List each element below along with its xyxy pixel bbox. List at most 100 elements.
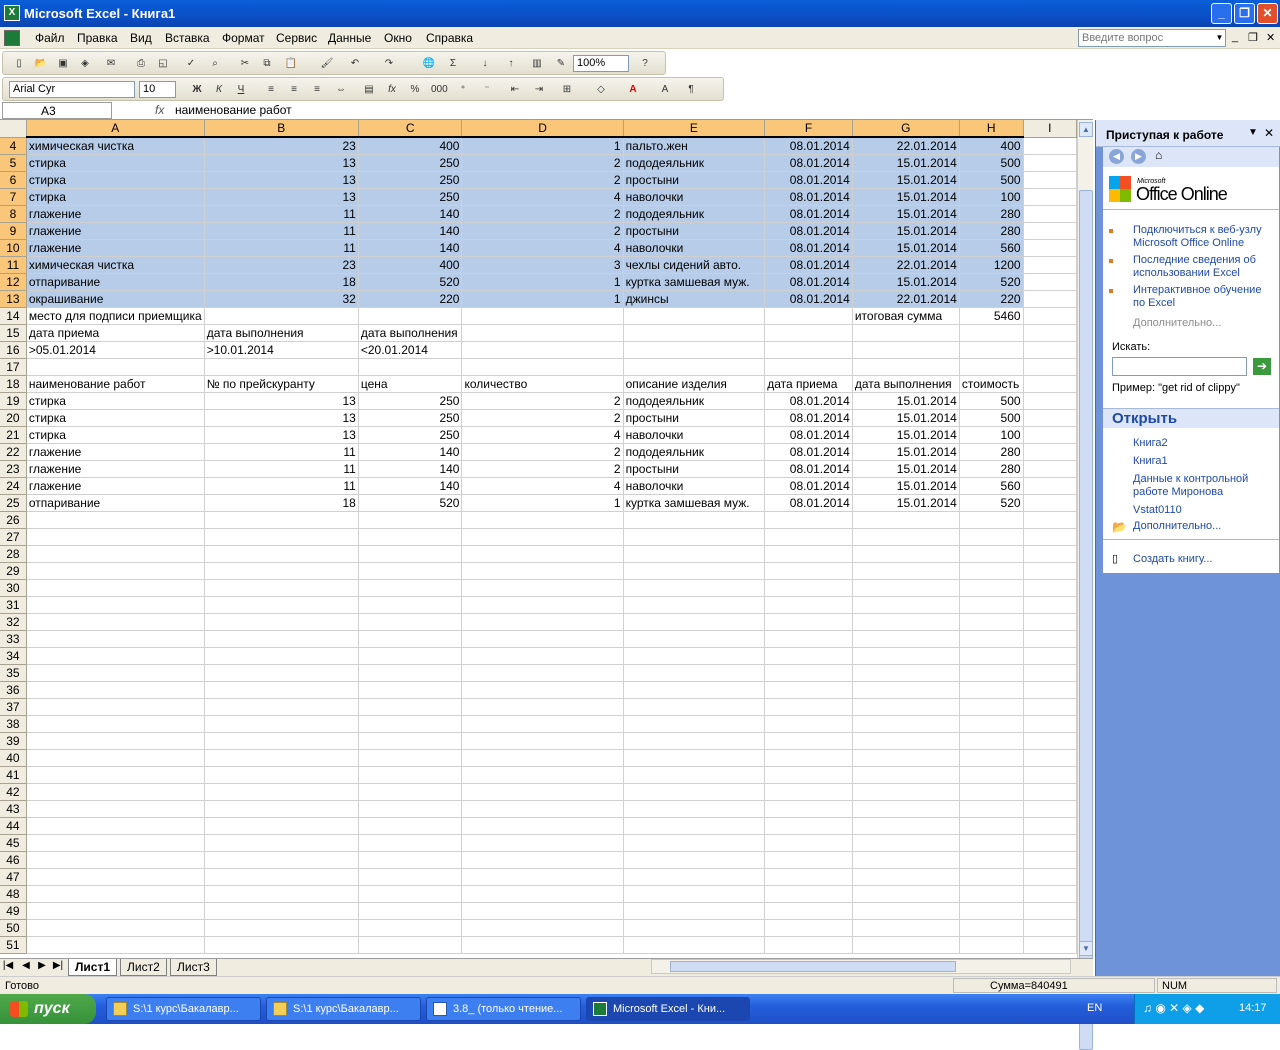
- row-header[interactable]: 39: [0, 732, 27, 750]
- name-box[interactable]: A3: [2, 102, 112, 119]
- scroll-down-icon[interactable]: ▼: [1079, 941, 1093, 956]
- fill-color-icon[interactable]: ◇: [593, 82, 609, 97]
- cell[interactable]: [204, 647, 359, 665]
- cell[interactable]: [1023, 528, 1077, 546]
- cell[interactable]: [959, 562, 1024, 580]
- cell[interactable]: 08.01.2014: [764, 188, 853, 206]
- column-header-b[interactable]: B: [204, 120, 359, 138]
- cell[interactable]: 15.01.2014: [852, 222, 960, 240]
- cell[interactable]: [959, 732, 1024, 750]
- row-header[interactable]: 47: [0, 868, 27, 886]
- cell[interactable]: [1023, 256, 1077, 274]
- cell[interactable]: [764, 715, 853, 733]
- cell[interactable]: [461, 579, 624, 597]
- cell[interactable]: 520: [959, 273, 1024, 291]
- link-excel-news[interactable]: Последние сведения об использовании Exce…: [1133, 254, 1273, 280]
- cell[interactable]: 15.01.2014: [852, 205, 960, 223]
- minimize-button[interactable]: _: [1211, 3, 1232, 24]
- cell[interactable]: 15.01.2014: [852, 460, 960, 478]
- cell[interactable]: [764, 562, 853, 580]
- cell[interactable]: [26, 919, 205, 937]
- cell[interactable]: 13: [204, 392, 359, 410]
- formula-input[interactable]: наименование работ: [175, 103, 292, 117]
- cell[interactable]: 13: [204, 409, 359, 427]
- copy-icon[interactable]: ⧉: [259, 56, 275, 71]
- cell[interactable]: 280: [959, 205, 1024, 223]
- cell[interactable]: [358, 800, 463, 818]
- cell[interactable]: 15.01.2014: [852, 239, 960, 257]
- cell[interactable]: [852, 766, 960, 784]
- align-center-icon[interactable]: ≡: [286, 82, 302, 97]
- cell[interactable]: [959, 341, 1024, 359]
- row-header[interactable]: 50: [0, 919, 27, 937]
- cell[interactable]: 500: [959, 409, 1024, 427]
- task-explorer-2[interactable]: S:\1 курс\Бакалавр...: [266, 997, 421, 1021]
- cell[interactable]: 1: [461, 290, 624, 308]
- language-indicator[interactable]: EN: [1087, 1002, 1102, 1014]
- cell[interactable]: 22.01.2014: [852, 290, 960, 308]
- align-left-icon[interactable]: ≡: [263, 82, 279, 97]
- cell[interactable]: 08.01.2014: [764, 409, 853, 427]
- cell[interactable]: [461, 936, 624, 954]
- print-icon[interactable]: ⎙: [133, 56, 149, 71]
- permission-icon[interactable]: ◈: [77, 56, 93, 71]
- cell[interactable]: [852, 834, 960, 852]
- cell[interactable]: [1023, 817, 1077, 835]
- cell[interactable]: [959, 545, 1024, 563]
- cell[interactable]: 13: [204, 426, 359, 444]
- row-header[interactable]: 23: [0, 460, 27, 478]
- cell[interactable]: [204, 358, 359, 376]
- cell[interactable]: [1023, 154, 1077, 172]
- cell[interactable]: [461, 817, 624, 835]
- cell[interactable]: 1: [461, 273, 624, 291]
- cell[interactable]: [1023, 426, 1077, 444]
- cell[interactable]: [461, 766, 624, 784]
- cell[interactable]: [1023, 579, 1077, 597]
- cell[interactable]: [764, 579, 853, 597]
- cell[interactable]: [461, 851, 624, 869]
- row-header[interactable]: 49: [0, 902, 27, 920]
- cell[interactable]: [764, 681, 853, 699]
- cell[interactable]: дата выполнения: [852, 375, 960, 393]
- save-icon[interactable]: ▣: [55, 56, 71, 71]
- cell[interactable]: 500: [959, 171, 1024, 189]
- cell[interactable]: место для подписи приемщика: [26, 307, 205, 325]
- cell[interactable]: [623, 341, 766, 359]
- task-excel[interactable]: Microsoft Excel - Кни...: [586, 997, 750, 1021]
- cell[interactable]: [26, 851, 205, 869]
- cell[interactable]: [852, 817, 960, 835]
- cell[interactable]: [26, 613, 205, 631]
- cell[interactable]: [959, 511, 1024, 529]
- cell[interactable]: [764, 511, 853, 529]
- cell[interactable]: [358, 885, 463, 903]
- cell[interactable]: [358, 749, 463, 767]
- row-header[interactable]: 29: [0, 562, 27, 580]
- cell[interactable]: <20.01.2014: [358, 341, 463, 359]
- row-header[interactable]: 33: [0, 630, 27, 648]
- cell[interactable]: отпаривание: [26, 494, 205, 512]
- cell[interactable]: [959, 851, 1024, 869]
- menu-insert[interactable]: Вставка: [165, 31, 210, 45]
- cell[interactable]: 280: [959, 222, 1024, 240]
- cell[interactable]: 13: [204, 171, 359, 189]
- cell[interactable]: [1023, 511, 1077, 529]
- cell[interactable]: [1023, 868, 1077, 886]
- cell[interactable]: [1023, 341, 1077, 359]
- chart-wizard-icon[interactable]: ▥: [529, 56, 545, 71]
- cell[interactable]: [959, 936, 1024, 954]
- cell[interactable]: наволочки: [623, 239, 766, 257]
- cell[interactable]: 08.01.2014: [764, 494, 853, 512]
- search-go-icon[interactable]: ➔: [1253, 358, 1271, 375]
- cell[interactable]: [358, 562, 463, 580]
- cell[interactable]: пальто.жен: [623, 136, 766, 155]
- cell[interactable]: 100: [959, 426, 1024, 444]
- cell[interactable]: отпаривание: [26, 273, 205, 291]
- cell[interactable]: [852, 579, 960, 597]
- cell[interactable]: 22.01.2014: [852, 136, 960, 155]
- cell[interactable]: [959, 358, 1024, 376]
- link-office-online[interactable]: Подключиться к веб-узлу Microsoft Office…: [1133, 224, 1273, 250]
- row-header[interactable]: 51: [0, 936, 27, 954]
- cell[interactable]: 3: [461, 256, 624, 274]
- cell[interactable]: 4: [461, 477, 624, 495]
- row-header[interactable]: 21: [0, 426, 27, 444]
